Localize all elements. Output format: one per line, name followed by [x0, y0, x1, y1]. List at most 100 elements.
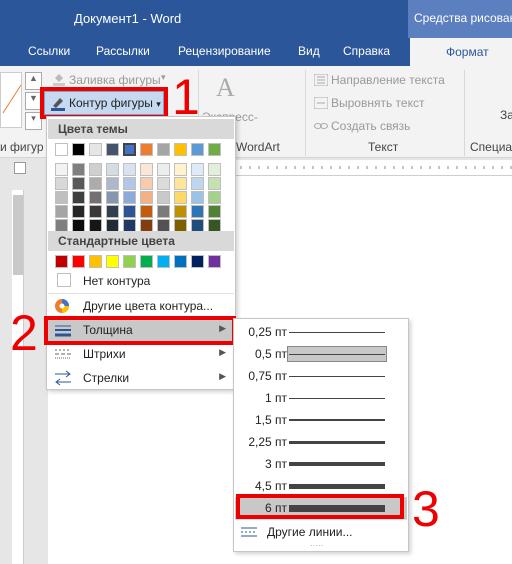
theme-color-swatch[interactable]	[89, 177, 102, 190]
standard-color-swatch[interactable]	[157, 255, 170, 268]
dashes-label: Штрихи	[83, 347, 126, 361]
submenu-arrow-icon: ▶	[219, 371, 226, 381]
weight-option-label: 2,25 пт	[248, 435, 287, 449]
arrows-item[interactable]: Стрелки ▶	[48, 367, 234, 389]
theme-color-swatch[interactable]	[191, 163, 204, 176]
create-link-button[interactable]: Создать связь	[331, 119, 410, 133]
theme-color-swatch[interactable]	[140, 205, 153, 218]
align-text-button[interactable]: Выровнять текст	[331, 96, 424, 110]
theme-color-swatch[interactable]	[140, 191, 153, 204]
standard-color-swatch[interactable]	[208, 255, 221, 268]
theme-color-swatch[interactable]	[106, 177, 119, 190]
theme-color-swatch[interactable]	[140, 177, 153, 190]
theme-color-swatch[interactable]	[89, 143, 102, 156]
theme-color-swatch[interactable]	[123, 143, 136, 156]
theme-color-swatch[interactable]	[89, 191, 102, 204]
theme-color-swatch[interactable]	[191, 205, 204, 218]
theme-color-swatch[interactable]	[208, 143, 221, 156]
resize-grip-icon[interactable]: ·····	[310, 542, 330, 550]
tab-mailings[interactable]: Рассылки	[96, 44, 150, 58]
line-options-icon	[241, 525, 257, 539]
tab-view[interactable]: Вид	[298, 44, 320, 58]
tab-format[interactable]: Формат	[410, 38, 512, 66]
theme-color-swatch[interactable]	[106, 163, 119, 176]
theme-color-swatch[interactable]	[55, 205, 68, 218]
theme-color-swatch[interactable]	[89, 163, 102, 176]
standard-color-swatch[interactable]	[72, 255, 85, 268]
standard-color-swatch[interactable]	[191, 255, 204, 268]
theme-color-swatch[interactable]	[72, 205, 85, 218]
theme-color-swatch[interactable]	[191, 177, 204, 190]
highlight-step1	[40, 87, 168, 119]
theme-color-swatch[interactable]	[191, 191, 204, 204]
theme-color-swatch[interactable]	[140, 143, 153, 156]
theme-color-swatch[interactable]	[174, 205, 187, 218]
weight-option[interactable]: 2,25 пт	[235, 431, 407, 453]
fill-dropdown-icon[interactable]: ▾	[161, 72, 166, 83]
link-icon	[314, 120, 328, 132]
fill-bucket-icon	[52, 72, 66, 86]
menu-divider	[48, 293, 234, 294]
theme-color-swatch[interactable]	[55, 191, 68, 204]
wordart-icon[interactable]: A	[212, 72, 242, 102]
dashes-item[interactable]: Штрихи ▶	[48, 343, 234, 365]
theme-color-swatch[interactable]	[55, 163, 68, 176]
theme-color-swatch[interactable]	[55, 143, 68, 156]
weight-option[interactable]: 3 пт	[235, 453, 407, 475]
more-outline-colors-item[interactable]: Другие цвета контура...	[48, 295, 234, 317]
fill-shape-button[interactable]: Заливка фигуры	[69, 73, 161, 87]
theme-color-swatch[interactable]	[157, 163, 170, 176]
theme-color-swatch[interactable]	[89, 205, 102, 218]
theme-color-swatch[interactable]	[208, 177, 221, 190]
menu-divider	[235, 519, 407, 520]
standard-color-swatch[interactable]	[174, 255, 187, 268]
tab-selector-icon[interactable]	[14, 162, 26, 174]
theme-color-swatch[interactable]	[72, 177, 85, 190]
weight-line-sample	[289, 462, 385, 466]
standard-color-swatch[interactable]	[55, 255, 68, 268]
weight-option[interactable]: 1,5 пт	[235, 409, 407, 431]
weight-option[interactable]: 0,25 пт	[235, 321, 407, 343]
standard-color-swatch[interactable]	[140, 255, 153, 268]
theme-color-swatch[interactable]	[123, 191, 136, 204]
theme-color-swatch[interactable]	[106, 143, 119, 156]
other-lines-item[interactable]: Другие линии...	[235, 521, 407, 543]
theme-color-swatch[interactable]	[157, 177, 170, 190]
shape-gallery[interactable]	[0, 72, 22, 128]
theme-color-swatch[interactable]	[174, 163, 187, 176]
theme-color-swatch[interactable]	[123, 177, 136, 190]
theme-color-swatch[interactable]	[208, 205, 221, 218]
weight-option[interactable]: 0,5 пт	[235, 343, 407, 365]
theme-color-swatch[interactable]	[55, 177, 68, 190]
standard-color-swatch[interactable]	[123, 255, 136, 268]
weight-option[interactable]: 0,75 пт	[235, 365, 407, 387]
theme-color-swatch[interactable]	[191, 143, 204, 156]
tab-references[interactable]: Ссылки	[28, 44, 70, 58]
theme-color-swatch[interactable]	[123, 205, 136, 218]
weight-option-label: 1 пт	[264, 391, 287, 405]
theme-color-swatch[interactable]	[140, 163, 153, 176]
text-direction-button[interactable]: Направление текста	[331, 73, 445, 87]
standard-color-swatch[interactable]	[89, 255, 102, 268]
weight-option[interactable]: 1 пт	[235, 387, 407, 409]
theme-color-swatch[interactable]	[208, 191, 221, 204]
standard-color-swatch[interactable]	[106, 255, 119, 268]
theme-color-swatch[interactable]	[157, 191, 170, 204]
theme-color-swatch[interactable]	[72, 163, 85, 176]
tab-review[interactable]: Рецензирование	[178, 44, 271, 58]
theme-color-swatch[interactable]	[106, 191, 119, 204]
theme-color-swatch[interactable]	[174, 177, 187, 190]
theme-color-swatch[interactable]	[72, 143, 85, 156]
weight-line-sample	[289, 332, 385, 333]
tab-help[interactable]: Справка	[343, 44, 390, 58]
theme-color-swatch[interactable]	[72, 191, 85, 204]
theme-color-swatch[interactable]	[157, 143, 170, 156]
submenu-arrow-icon: ▶	[219, 347, 226, 357]
theme-color-swatch[interactable]	[174, 191, 187, 204]
no-outline-item[interactable]: Нет контура	[48, 270, 234, 292]
theme-color-swatch[interactable]	[208, 163, 221, 176]
theme-color-swatch[interactable]	[106, 205, 119, 218]
theme-color-swatch[interactable]	[123, 163, 136, 176]
theme-color-swatch[interactable]	[174, 143, 187, 156]
theme-color-swatch[interactable]	[157, 205, 170, 218]
